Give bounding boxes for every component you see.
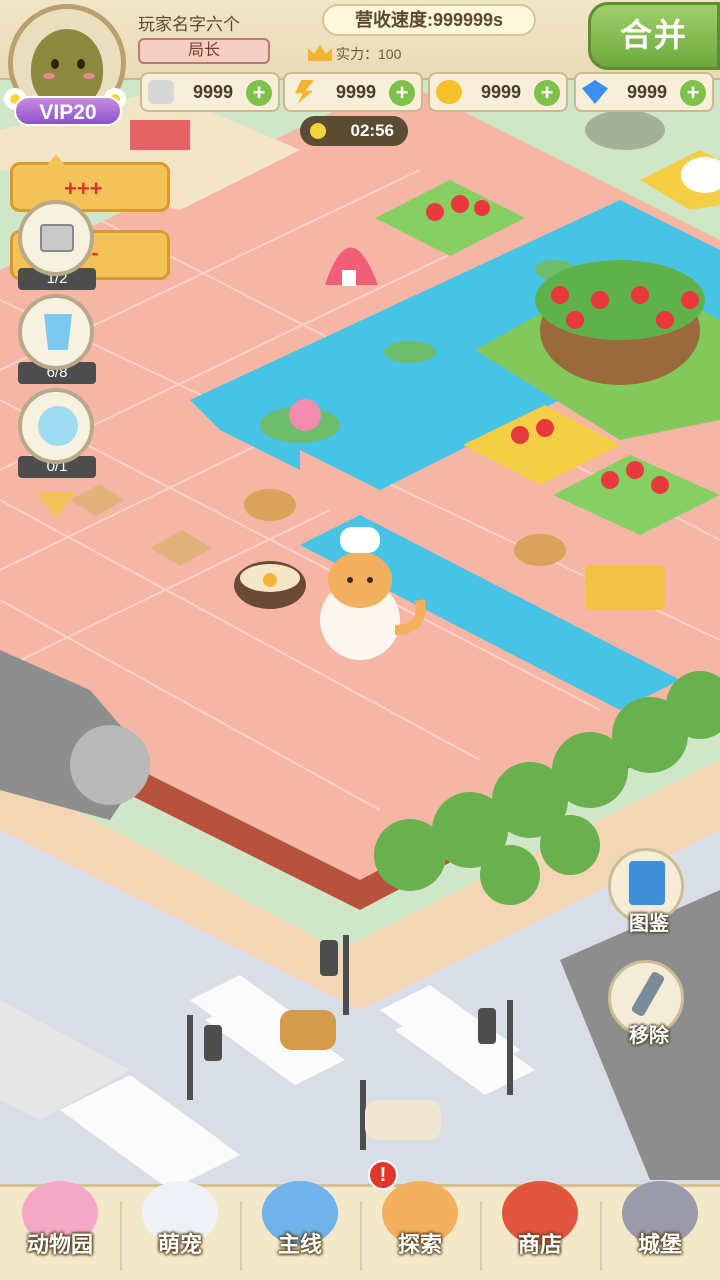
avatar-blush — [83, 73, 95, 79]
avatar-blush — [43, 73, 55, 79]
player-name: 玩家名字六个 — [138, 15, 240, 34]
cat-food-icon — [148, 80, 174, 104]
resource-cat-food: 9999 + — [140, 72, 280, 112]
gem-icon — [582, 80, 608, 104]
nav-label: 商店 — [517, 1232, 562, 1257]
nav-label: 萌宠 — [157, 1232, 202, 1257]
nav-label: 主线 — [277, 1232, 322, 1257]
resource-value: 9999 — [335, 82, 377, 102]
resource-value: 9999 — [626, 82, 668, 102]
rank-badge: 局长 — [138, 38, 270, 64]
shovel-icon — [630, 970, 666, 1018]
event-timer: 02:56 — [300, 116, 408, 146]
nav-pets[interactable]: 萌宠 — [120, 1181, 240, 1280]
power-label: 实力：100 — [336, 46, 402, 62]
resource-gem: 9999 + — [574, 72, 714, 112]
add-cat-food-button[interactable]: + — [246, 80, 272, 106]
clock-icon — [310, 123, 326, 139]
nav-zoo[interactable]: 动物园 — [0, 1181, 120, 1280]
codex-label: 图鉴 — [629, 913, 669, 935]
codex-button[interactable]: 图鉴 — [608, 848, 684, 935]
plus-marker: +++ — [64, 176, 103, 201]
power-row: 实力：100 — [308, 44, 401, 64]
nav-shop[interactable]: 商店 — [480, 1181, 600, 1280]
avatar-left-eye — [51, 59, 59, 69]
add-coin-button[interactable]: + — [534, 80, 560, 106]
remove-label: 移除 — [629, 1025, 669, 1047]
lightning-icon — [294, 80, 315, 104]
revenue-speed: 营收速度:999999s — [322, 4, 536, 36]
vip-badge[interactable]: VIP20 — [14, 96, 122, 126]
bubble-cat-icon — [18, 388, 94, 464]
merge-button[interactable]: 合并 — [588, 2, 720, 70]
resource-coin: 9999 + — [428, 72, 568, 112]
resource-value: 9999 — [192, 82, 234, 102]
add-gem-button[interactable]: + — [680, 80, 706, 106]
timer-value: 02:56 — [350, 121, 394, 140]
water-glass-icon — [18, 294, 94, 370]
nav-explore[interactable]: 探索 — [360, 1181, 480, 1280]
resource-energy: 9999 + — [283, 72, 423, 112]
task-bubble-cat[interactable]: 0/1 — [18, 388, 96, 478]
avatar-right-eye — [77, 59, 85, 69]
resource-value: 9999 — [480, 82, 522, 102]
remove-button[interactable]: 移除 — [608, 960, 684, 1047]
bottom-nav: 动物园 萌宠 主线 探索 商店 城堡 — [0, 1181, 720, 1280]
treasure-chest-icon — [18, 200, 94, 276]
nav-castle[interactable]: 城堡 — [600, 1181, 720, 1280]
crown-icon — [308, 45, 332, 61]
task-water[interactable]: 6/8 — [18, 294, 96, 384]
nav-label: 探索 — [397, 1232, 442, 1257]
book-icon — [629, 861, 665, 905]
coin-icon — [436, 80, 462, 104]
task-chest[interactable]: 1/2 — [18, 200, 96, 290]
add-energy-button[interactable]: + — [389, 80, 415, 106]
nav-main-quest[interactable]: 主线 — [240, 1181, 360, 1280]
explore-alert-badge: ! — [368, 1160, 398, 1190]
nav-label: 动物园 — [26, 1232, 93, 1257]
nav-label: 城堡 — [637, 1232, 682, 1257]
